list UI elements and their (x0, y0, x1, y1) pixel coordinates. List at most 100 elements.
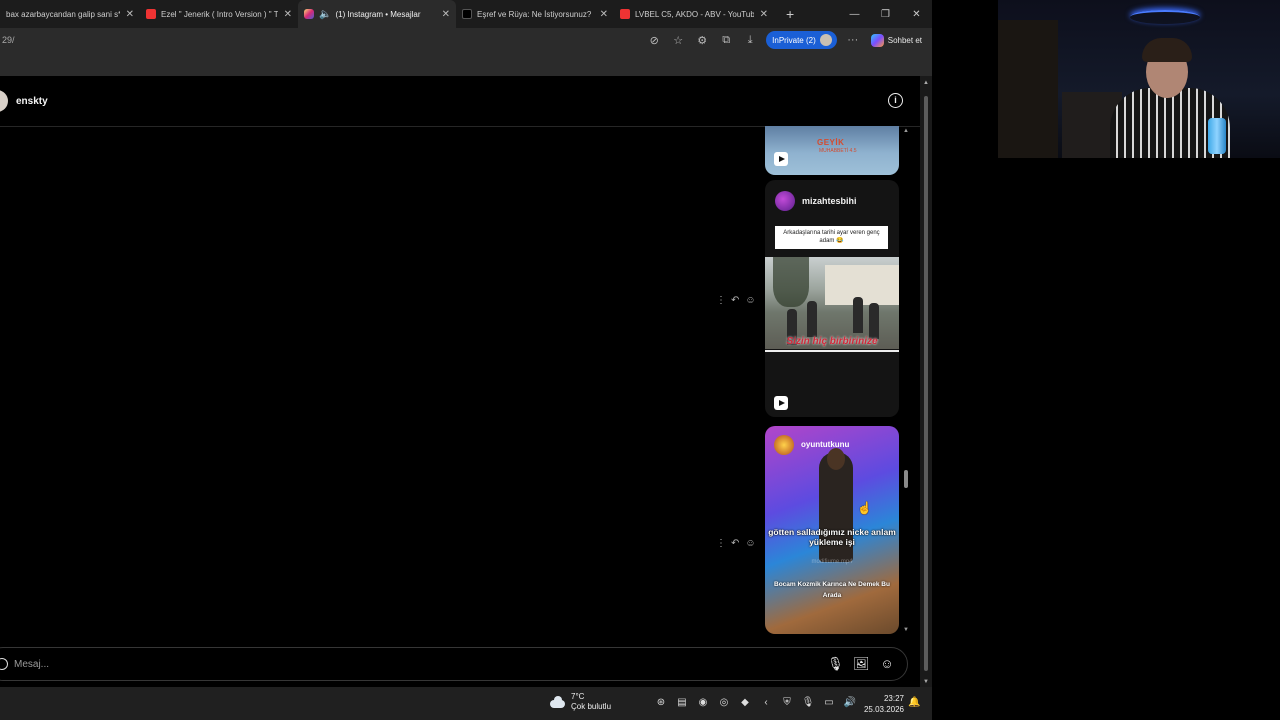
copilot-label: Sohbet et (887, 35, 922, 45)
steam-icon[interactable]: ⊛ (654, 697, 668, 708)
reel-caption: Arkadaşlarına tarihi ayar veren genç ada… (775, 226, 888, 249)
minimize-icon[interactable]: — (839, 9, 870, 20)
scroll-thumb[interactable] (924, 96, 928, 671)
app-icon[interactable]: ◆ (738, 697, 752, 708)
more-options-icon[interactable]: ⋮ (716, 538, 726, 549)
close-tab-icon[interactable]: ✕ (760, 9, 768, 20)
message-actions: ⋮ ↶ ☺ (716, 295, 756, 306)
reel-username[interactable]: mizahtesbihi (802, 196, 857, 206)
composer-icons: 🎙 🖼 ☺ (827, 656, 895, 672)
reel-message[interactable]: GEYİK MUHABBETİ 4.5 (765, 126, 899, 175)
info-icon[interactable]: i (888, 93, 903, 108)
temperature: 7°C (571, 692, 585, 701)
close-window-icon[interactable]: ✕ (901, 9, 932, 20)
maximize-icon[interactable]: ❐ (870, 9, 901, 20)
youtube-icon (620, 9, 630, 19)
avatar[interactable] (774, 435, 794, 455)
reel-bottom-text: Bocam Kozmik Karınca Ne Demek Bu Arada (774, 581, 890, 599)
system-tray: ⊛ ▤ ◉ ◎ ◆ ‹ ⛨ 🎙 ▭ 🔊 (654, 697, 857, 708)
close-tab-icon[interactable]: ✕ (126, 9, 134, 20)
tab-2[interactable]: 🔈 (1) Instagram • Mesajlar ✕ (298, 0, 456, 28)
collections-icon[interactable]: ⧉ (714, 34, 738, 47)
scroll-thumb[interactable] (904, 470, 908, 488)
tab-3[interactable]: Eşref ve Rüya: Ne İstiyorsunuz? | Ti ✕ (456, 0, 614, 28)
notification-bell-icon[interactable]: 🔔 (908, 697, 920, 708)
message-actions: ⋮ ↶ ☺ (716, 538, 756, 549)
close-tab-icon[interactable]: ✕ (600, 9, 608, 20)
scroll-up-icon[interactable]: ▲ (903, 128, 909, 134)
clock[interactable]: 23:27 25.03.2026 (862, 693, 904, 715)
tab-0[interactable]: bax azarbaycandan galip sani s*q ✕ (0, 0, 140, 28)
emoji-icon[interactable] (0, 658, 8, 670)
tab-1[interactable]: Ezel " Jenerik ( Intro Version ) " To ✕ (140, 0, 298, 28)
reel-message[interactable]: oyuntutkunu götten salladığımız nicke an… (765, 426, 899, 634)
app-icon[interactable]: ◉ (696, 697, 710, 708)
react-emoji-icon[interactable]: ☺ (745, 538, 755, 549)
close-tab-icon[interactable]: ✕ (442, 9, 450, 20)
more-menu-icon[interactable]: ··· (841, 34, 865, 46)
tab-title: bax azarbaycandan galip sani s*q (6, 9, 120, 19)
volume-icon[interactable]: 🔊 (843, 697, 857, 708)
play-icon[interactable] (774, 152, 788, 166)
new-tab-button[interactable]: + (774, 6, 806, 22)
inprivate-label: InPrivate (2) (772, 35, 816, 45)
window-controls: — ❐ ✕ (839, 0, 932, 28)
scroll-down-icon[interactable]: ▼ (923, 679, 929, 685)
address-bar-icons: ⊘ ☆ ⚙ ⧉ ⤓ InPrivate (2) ··· Sohbet et (642, 31, 932, 49)
image-icon[interactable]: 🖼 (853, 656, 870, 672)
message-input[interactable] (14, 658, 827, 670)
time: 23:27 (883, 694, 904, 703)
page-scrollbar[interactable]: ▲ ▼ (920, 76, 932, 687)
microphone-icon[interactable]: 🎙 (827, 656, 844, 672)
cloud-icon (548, 696, 566, 708)
avatar[interactable] (775, 191, 795, 211)
reel-overlay-text: GEYİK (817, 138, 845, 147)
scroll-down-icon[interactable]: ▼ (903, 627, 909, 633)
tracking-prevention-icon[interactable]: ⊘ (642, 34, 666, 47)
tab-bar: bax azarbaycandan galip sani s*q ✕ Ezel … (0, 0, 932, 28)
app-icon[interactable]: ▤ (675, 697, 689, 708)
tab-4[interactable]: LVBEL C5, AKDO - ABV - YouTube ✕ (614, 0, 774, 28)
copilot-icon (870, 33, 884, 47)
drink-can (1208, 118, 1226, 154)
speaker-icon[interactable]: 🔈 (319, 9, 331, 20)
contact-name[interactable]: enskty (16, 96, 48, 107)
microphone-icon[interactable]: 🎙 (801, 697, 815, 708)
reply-icon[interactable]: ↶ (731, 538, 739, 549)
dm-header: enskty i (0, 76, 920, 127)
app-icon[interactable]: ‹ (759, 697, 773, 708)
webcam-overlay (998, 0, 1280, 158)
messages-scrollbar[interactable]: ▲ ▼ (901, 128, 911, 633)
downloads-icon[interactable]: ⤓ (738, 34, 762, 47)
weather-widget[interactable]: 7°C Çok bulutlu (548, 692, 611, 712)
reel-overlay-text: Sizin hiç birbirinize (786, 336, 878, 347)
more-options-icon[interactable]: ⋮ (716, 295, 726, 306)
reel-username[interactable]: oyuntutkunu (801, 440, 849, 449)
youtube-icon (146, 9, 156, 19)
reply-icon[interactable]: ↶ (731, 295, 739, 306)
sticker-icon[interactable]: ☺ (879, 656, 895, 672)
taskbar: 7°C Çok bulutlu ⊛ ▤ ◉ ◎ ◆ ‹ ⛨ 🎙 ▭ 🔊 23:2… (0, 687, 932, 720)
reel-thumbnail: Sizin hiç birbirinize (765, 257, 899, 349)
tab-title: (1) Instagram • Mesajlar (335, 9, 421, 19)
close-tab-icon[interactable]: ✕ (284, 9, 292, 20)
avatar[interactable] (0, 90, 8, 112)
reel-overlay-subtext: MUHABBETİ 4.5 (819, 148, 857, 154)
url-field[interactable]: 29/ (0, 35, 642, 45)
profile-avatar (819, 34, 832, 46)
tab-title: Ezel " Jenerik ( Intro Version ) " To (161, 9, 278, 19)
reel-filename: modifiume.mp4 (811, 559, 853, 565)
reel-caption: götten salladığımız nicke anlam yükleme … (768, 527, 896, 547)
reel-message[interactable]: mizahtesbihi Arkadaşlarına tarihi ayar v… (765, 180, 899, 417)
favorite-star-icon[interactable]: ☆ (666, 34, 690, 47)
display-icon[interactable]: ▭ (822, 697, 836, 708)
play-icon[interactable] (774, 396, 788, 410)
date: 25.03.2026 (863, 705, 904, 714)
inprivate-button[interactable]: InPrivate (2) (766, 31, 837, 49)
react-emoji-icon[interactable]: ☺ (745, 295, 755, 306)
app-icon[interactable]: ◎ (717, 697, 731, 708)
extensions-icon[interactable]: ⚙ (690, 34, 714, 47)
scroll-up-icon[interactable]: ▲ (923, 80, 929, 86)
security-icon[interactable]: ⛨ (780, 697, 794, 708)
copilot-button[interactable]: Sohbet et (865, 33, 932, 47)
